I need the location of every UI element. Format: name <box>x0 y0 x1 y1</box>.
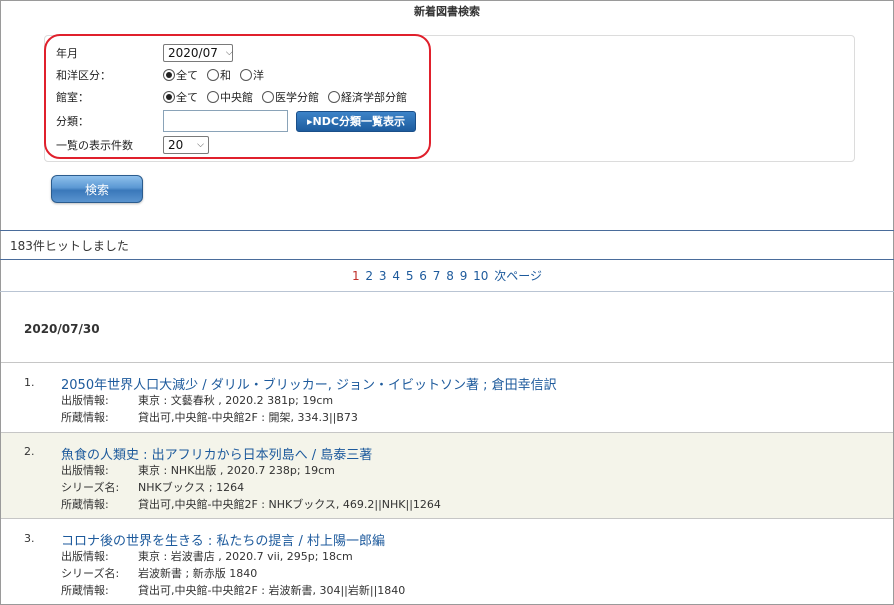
year-month-row: 年月 2020/07 ⌵ <box>56 43 233 63</box>
library-label: 館室： <box>56 91 89 104</box>
list-item: 2. 魚食の人類史 : 出アフリカから日本列島へ / 島泰三著 出版情報: 東京 … <box>1 432 893 518</box>
record-publication: 出版情報: 東京 : 岩波書店 , 2020.7 vii, 295p; 18cm <box>61 548 353 564</box>
pager-current: 1 <box>351 269 360 283</box>
library-row: 館室： 全て 中央館 医学分館 経済学部分館 <box>56 87 416 107</box>
library-radio-all[interactable]: 全て <box>163 89 198 105</box>
pager-next-link[interactable]: 次ページ <box>494 269 542 283</box>
field-value: 東京 : NHK出版 , 2020.7 238p; 19cm <box>138 464 335 477</box>
record-title-link[interactable]: 魚食の人類史 : 出アフリカから日本列島へ / 島泰三著 <box>61 444 372 463</box>
pager-link[interactable]: 10 <box>473 269 488 283</box>
record-number: 3. <box>24 532 35 545</box>
hit-count: 183件ヒットしました <box>10 239 129 253</box>
pager-link[interactable]: 6 <box>419 269 427 283</box>
radio-selected-icon <box>163 69 175 81</box>
library-radio-economics[interactable]: 経済学部分館 <box>328 89 407 105</box>
library-radio-medical[interactable]: 医学分館 <box>262 89 319 105</box>
pager-link[interactable]: 7 <box>433 269 441 283</box>
pager-link[interactable]: 3 <box>379 269 387 283</box>
classification-label: 分類： <box>56 115 89 128</box>
list-item: 1. 2050年世界人口大減少 / ダリル・ブリッカー, ジョン・イビットソン著… <box>1 362 893 432</box>
pager-link[interactable]: 2 <box>365 269 373 283</box>
per-page-select[interactable]: 20 ⌵ <box>163 136 209 154</box>
field-label: 所蔵情報: <box>61 498 109 511</box>
field-value: 東京 : 岩波書店 , 2020.7 vii, 295p; 18cm <box>138 550 353 563</box>
wayo-option-label: 全て <box>176 69 198 82</box>
record-number: 2. <box>24 445 35 458</box>
field-label: 所蔵情報: <box>61 584 109 597</box>
field-value: 貸出可,中央館-中央館2F : NHKブックス, 469.2||NHK||126… <box>138 498 441 511</box>
radio-empty-icon <box>207 91 219 103</box>
pager-link[interactable]: 9 <box>460 269 468 283</box>
chevron-down-icon: ⌵ <box>197 140 204 150</box>
per-page-label: 一覧の表示件数 <box>56 139 133 152</box>
divider <box>0 291 894 292</box>
divider <box>0 259 894 260</box>
radio-empty-icon <box>240 69 252 81</box>
year-month-label: 年月 <box>56 47 78 60</box>
field-value: NHKブックス ; 1264 <box>138 481 245 494</box>
pagination: 1 2 3 4 5 6 7 8 9 10 次ページ <box>0 267 894 284</box>
record-series: シリーズ名: NHKブックス ; 1264 <box>61 479 244 495</box>
list-item: 3. コロナ後の世界を生きる : 私たちの提言 / 村上陽一郎編 出版情報: 東京… <box>1 518 893 604</box>
library-radio-central[interactable]: 中央館 <box>207 89 253 105</box>
classification-row: 分類： ▸NDC分類一覧表示 <box>56 109 416 133</box>
record-title-link[interactable]: 2050年世界人口大減少 / ダリル・ブリッカー, ジョン・イビットソン著 ; … <box>61 374 557 393</box>
wayo-option-label: 和 <box>220 69 231 82</box>
field-value: 貸出可,中央館-中央館2F : 岩波新書, 304||岩新||1840 <box>138 584 406 597</box>
field-label: 出版情報: <box>61 550 109 563</box>
library-option-label: 経済学部分館 <box>341 91 407 104</box>
record-holding: 所蔵情報: 貸出可,中央館-中央館2F : NHKブックス, 469.2||NHK… <box>61 496 441 512</box>
library-option-label: 医学分館 <box>275 91 319 104</box>
radio-empty-icon <box>328 91 340 103</box>
record-title-link[interactable]: コロナ後の世界を生きる : 私たちの提言 / 村上陽一郎編 <box>61 530 385 549</box>
record-publication: 出版情報: 東京 : 文藝春秋 , 2020.2 381p; 19cm <box>61 392 333 408</box>
field-label: 所蔵情報: <box>61 411 109 424</box>
per-page-row: 一覧の表示件数 20 ⌵ <box>56 135 209 155</box>
wayo-option-label: 洋 <box>253 69 264 82</box>
year-month-value: 2020/07 <box>168 46 218 60</box>
wayo-radio-all[interactable]: 全て <box>163 67 198 83</box>
wayo-radio-western[interactable]: 洋 <box>240 67 264 83</box>
per-page-value: 20 <box>168 138 184 152</box>
search-button[interactable]: 検索 <box>51 175 143 203</box>
pager-link[interactable]: 4 <box>392 269 400 283</box>
field-label: 出版情報: <box>61 394 109 407</box>
date-heading: 2020/07/30 <box>24 322 100 336</box>
pager-link[interactable]: 8 <box>446 269 454 283</box>
ndc-list-button[interactable]: ▸NDC分類一覧表示 <box>296 110 416 132</box>
pager-link[interactable]: 5 <box>406 269 414 283</box>
wayo-radio-group: 全て 和 洋 <box>163 67 273 83</box>
page-title: 新着図書検索 <box>414 5 480 18</box>
library-option-label: 全て <box>176 91 198 104</box>
wayo-row: 和洋区分： 全て 和 洋 <box>56 65 273 85</box>
field-label: シリーズ名: <box>61 567 120 580</box>
wayo-radio-japanese[interactable]: 和 <box>207 67 231 83</box>
library-option-label: 中央館 <box>220 91 253 104</box>
library-radio-group: 全て 中央館 医学分館 経済学部分館 <box>163 89 416 105</box>
record-holding: 所蔵情報: 貸出可,中央館-中央館2F : 岩波新書, 304||岩新||1840 <box>61 582 405 598</box>
field-value: 東京 : 文藝春秋 , 2020.2 381p; 19cm <box>138 394 334 407</box>
field-label: 出版情報: <box>61 464 109 477</box>
year-month-select[interactable]: 2020/07 ⌵ <box>163 44 233 62</box>
record-holding: 所蔵情報: 貸出可,中央館-中央館2F : 開架, 334.3||B73 <box>61 409 358 425</box>
radio-empty-icon <box>262 91 274 103</box>
wayo-label: 和洋区分： <box>56 69 111 82</box>
record-number: 1. <box>24 376 35 389</box>
record-publication: 出版情報: 東京 : NHK出版 , 2020.7 238p; 19cm <box>61 462 335 478</box>
radio-selected-icon <box>163 91 175 103</box>
field-value: 貸出可,中央館-中央館2F : 開架, 334.3||B73 <box>138 411 358 424</box>
chevron-down-icon: ⌵ <box>225 48 233 58</box>
divider <box>0 230 894 231</box>
field-value: 岩波新書 ; 新赤版 1840 <box>138 567 258 580</box>
record-series: シリーズ名: 岩波新書 ; 新赤版 1840 <box>61 565 257 581</box>
radio-empty-icon <box>207 69 219 81</box>
classification-input[interactable] <box>163 110 288 132</box>
field-label: シリーズ名: <box>61 481 120 494</box>
